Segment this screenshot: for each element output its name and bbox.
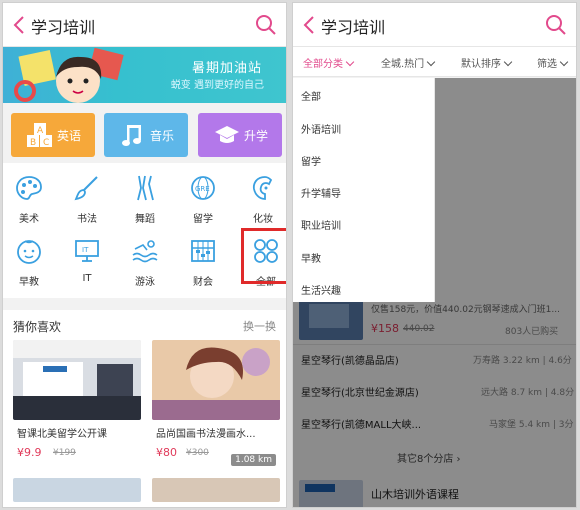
chevron-down-icon bbox=[345, 57, 355, 67]
brush-icon bbox=[74, 176, 98, 201]
category-makeup[interactable]: 化妆 bbox=[239, 168, 286, 228]
music-note-icon bbox=[122, 125, 141, 146]
course-original-price: ¥199 bbox=[53, 448, 76, 458]
monitor-icon: IT bbox=[75, 240, 99, 262]
chevron-down-icon bbox=[426, 57, 436, 67]
filter-label: 全城.热门 bbox=[381, 59, 425, 70]
svg-text:C: C bbox=[43, 138, 49, 148]
category-art[interactable]: 美术 bbox=[5, 168, 53, 228]
advance-tile[interactable]: 升学 bbox=[198, 113, 282, 157]
svg-text:A: A bbox=[37, 126, 44, 136]
music-tile-label: 音乐 bbox=[150, 129, 175, 143]
abacus-icon bbox=[191, 240, 215, 262]
header: 学习培训 bbox=[293, 3, 576, 47]
banner-title: 暑期加油站 bbox=[191, 61, 262, 76]
dropdown-item[interactable]: 留学 bbox=[301, 153, 321, 168]
search-icon[interactable] bbox=[254, 13, 278, 37]
back-icon[interactable] bbox=[9, 13, 31, 37]
next-card-preview bbox=[13, 478, 141, 502]
left-screen: 学习培训 暑期加油站 蜕变 遇到更好的自己 A B C 英语 音乐 升学 美术 … bbox=[2, 2, 287, 508]
dropdown-item[interactable]: 生活兴趣 bbox=[301, 282, 341, 297]
filter-category[interactable]: 全部分类 bbox=[303, 55, 355, 70]
gre-globe-icon: GRE bbox=[191, 176, 215, 200]
right-screen: 学习培训 全部分类 全城.热门 默认排序 筛选 仅售158元，价值440.02元… bbox=[292, 2, 577, 508]
course-original-price: ¥300 bbox=[186, 448, 209, 458]
page-title: 学习培训 bbox=[321, 18, 386, 37]
course-card[interactable]: 智课北美留学公开课 ¥9.9 ¥199 bbox=[13, 340, 141, 470]
category-dropdown: 全部 外语培训 留学 升学辅导 职业培训 早教 生活兴趣 bbox=[293, 78, 435, 302]
category-label: 游泳 bbox=[135, 277, 155, 288]
banner-illustration bbox=[14, 47, 124, 103]
category-calligraphy[interactable]: 书法 bbox=[63, 168, 111, 228]
page-title: 学习培训 bbox=[31, 18, 96, 37]
category-it[interactable]: IT IT bbox=[63, 231, 111, 291]
filter-label: 筛选 bbox=[537, 59, 557, 70]
course-price: ¥80 bbox=[156, 446, 177, 459]
svg-text:IT: IT bbox=[82, 246, 89, 254]
dance-icon bbox=[137, 175, 154, 201]
recommendation-section: 猜你喜欢 换一换 智课北美留学公开课 ¥9.9 ¥199 1.08 km 品尚国… bbox=[3, 310, 286, 507]
makeup-icon bbox=[252, 176, 273, 200]
category-early-education[interactable]: 早教 bbox=[5, 231, 53, 291]
filter-sort[interactable]: 默认排序 bbox=[461, 55, 513, 70]
category-label: 早教 bbox=[19, 277, 39, 288]
back-icon[interactable] bbox=[299, 13, 321, 37]
baby-icon bbox=[17, 240, 41, 264]
category-swimming[interactable]: 游泳 bbox=[121, 231, 169, 291]
svg-text:GRE: GRE bbox=[195, 185, 210, 193]
category-label: 书法 bbox=[77, 214, 97, 225]
english-tile-label: 英语 bbox=[57, 129, 82, 143]
category-label: IT bbox=[82, 273, 92, 284]
chevron-down-icon bbox=[559, 57, 569, 67]
course-image bbox=[13, 340, 141, 420]
search-icon[interactable] bbox=[544, 13, 568, 37]
advance-tile-label: 升学 bbox=[244, 129, 269, 143]
swim-icon bbox=[132, 240, 158, 263]
next-card-preview bbox=[152, 478, 280, 502]
category-label: 美术 bbox=[19, 214, 39, 225]
dropdown-item[interactable]: 早教 bbox=[301, 250, 321, 265]
dropdown-item[interactable]: 升学辅导 bbox=[301, 185, 341, 200]
category-label: 留学 bbox=[193, 214, 213, 225]
filter-label: 默认排序 bbox=[461, 59, 501, 70]
dropdown-item[interactable]: 外语培训 bbox=[301, 121, 341, 136]
course-price: ¥9.9 bbox=[17, 446, 42, 459]
course-image bbox=[152, 340, 280, 420]
svg-text:B: B bbox=[30, 138, 36, 148]
header: 学习培训 bbox=[3, 3, 286, 47]
course-card[interactable]: 1.08 km 品尚国画书法漫画水... ¥80 ¥300 bbox=[152, 340, 280, 470]
music-tile[interactable]: 音乐 bbox=[104, 113, 188, 157]
course-name: 品尚国画书法漫画水... bbox=[156, 429, 256, 440]
graduation-cap-icon bbox=[215, 126, 239, 143]
category-label: 舞蹈 bbox=[135, 214, 155, 225]
section-title: 猜你喜欢 bbox=[13, 320, 62, 334]
course-name: 智课北美留学公开课 bbox=[17, 429, 107, 440]
distance-badge: 1.08 km bbox=[231, 454, 276, 466]
chevron-down-icon bbox=[503, 57, 513, 67]
category-dance[interactable]: 舞蹈 bbox=[121, 168, 169, 228]
filter-label: 全部分类 bbox=[303, 59, 343, 70]
filter-bar: 全部分类 全城.热门 默认排序 筛选 bbox=[293, 47, 576, 77]
banner-subtitle: 蜕变 遇到更好的自己 bbox=[170, 80, 264, 91]
category-label: 化妆 bbox=[253, 214, 273, 225]
palette-icon bbox=[16, 176, 42, 200]
dropdown-item[interactable]: 全部 bbox=[301, 88, 321, 103]
category-accounting[interactable]: 财会 bbox=[179, 231, 227, 291]
promo-banner[interactable]: 暑期加油站 蜕变 遇到更好的自己 bbox=[3, 47, 286, 103]
filter-area[interactable]: 全城.热门 bbox=[381, 55, 436, 70]
dropdown-item[interactable]: 职业培训 bbox=[301, 217, 341, 232]
refresh-link[interactable]: 换一换 bbox=[243, 318, 276, 334]
filter-more[interactable]: 筛选 bbox=[537, 55, 569, 70]
english-tile[interactable]: A B C 英语 bbox=[11, 113, 95, 157]
category-label: 财会 bbox=[193, 277, 213, 288]
abc-blocks-icon: A B C bbox=[27, 123, 52, 148]
highlight-box bbox=[241, 228, 286, 284]
category-study-abroad[interactable]: GRE 留学 bbox=[179, 168, 227, 228]
